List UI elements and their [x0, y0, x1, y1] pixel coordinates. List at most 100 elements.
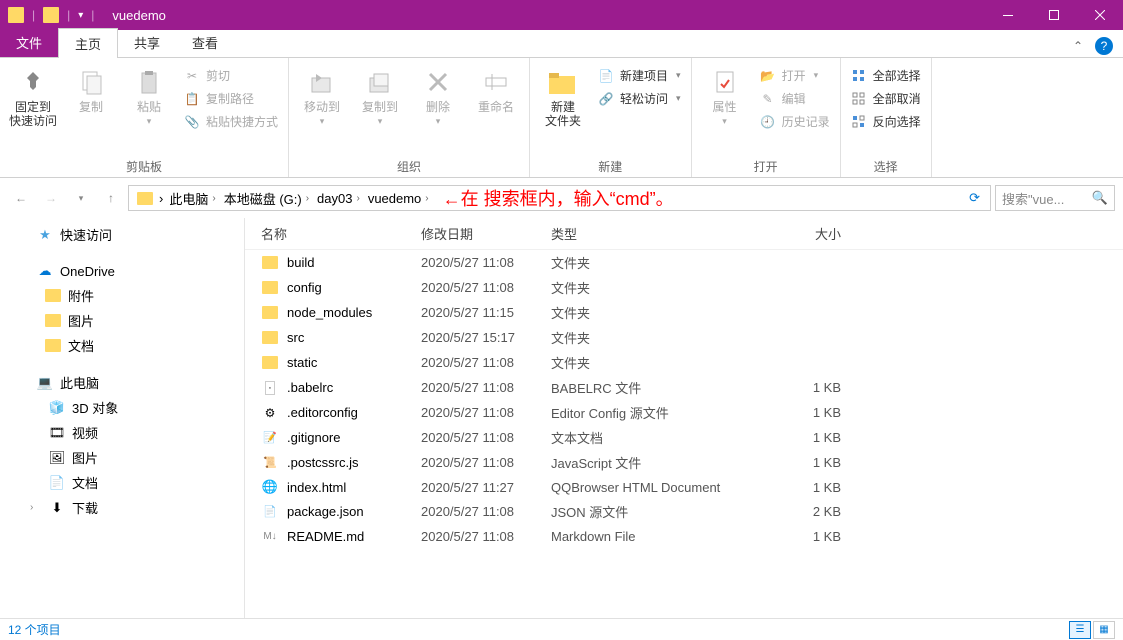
qat-dropdown-icon[interactable]: ▾: [78, 10, 83, 21]
recent-button[interactable]: ▾: [68, 185, 94, 211]
search-input[interactable]: 搜索"vue... 🔍: [995, 185, 1115, 211]
group-label: 新建: [536, 156, 685, 177]
breadcrumb-item[interactable]: 此电脑›: [165, 189, 219, 208]
breadcrumb-item[interactable]: vuedemo›: [364, 191, 433, 206]
forward-button[interactable]: →: [38, 185, 64, 211]
rename-icon: [480, 66, 512, 98]
properties-icon: [709, 66, 741, 98]
pasteshortcut-button[interactable]: 📎粘贴快捷方式: [180, 112, 282, 131]
properties-button[interactable]: 属性▾: [698, 62, 752, 127]
pin-button[interactable]: 固定到 快速访问: [6, 62, 60, 129]
file-row[interactable]: src2020/5/27 15:17文件夹: [245, 325, 1123, 350]
tree-item[interactable]: ›⬇下载: [0, 495, 244, 520]
col-name[interactable]: 名称: [261, 224, 421, 243]
col-size[interactable]: 大小: [781, 224, 841, 243]
tree-item[interactable]: 🖼图片: [0, 445, 244, 470]
invert-button[interactable]: 反向选择: [847, 112, 925, 131]
folder-icon: [261, 279, 279, 297]
item-count: 12 个项目: [8, 621, 61, 638]
folder-icon: [547, 66, 579, 98]
open-icon: 📂: [760, 68, 776, 84]
delete-button[interactable]: 删除▾: [411, 62, 465, 127]
maximize-button[interactable]: [1031, 0, 1077, 30]
file-row[interactable]: ·.babelrc2020/5/27 11:08BABELRC 文件1 KB: [245, 375, 1123, 400]
open-button[interactable]: 📂打开▾: [756, 66, 834, 85]
tree-quick-access[interactable]: ★快速访问: [0, 222, 244, 247]
newfolder-button[interactable]: 新建 文件夹: [536, 62, 590, 129]
minimize-button[interactable]: [985, 0, 1031, 30]
tree-item[interactable]: 文档: [0, 333, 244, 358]
qat-divider: |: [67, 8, 70, 22]
details-view-button[interactable]: ☰: [1069, 621, 1091, 639]
folder-icon: [8, 7, 24, 23]
tab-share[interactable]: 共享: [118, 28, 176, 57]
chevron-down-icon: ▾: [147, 116, 152, 127]
pc-icon: 💻: [36, 374, 54, 392]
help-icon[interactable]: ?: [1095, 37, 1113, 55]
star-icon: ★: [36, 226, 54, 244]
edit-button[interactable]: ✎编辑: [756, 89, 834, 108]
easyaccess-button[interactable]: 🔗轻松访问▾: [594, 89, 685, 108]
tab-view[interactable]: 查看: [176, 28, 234, 57]
copyto-button[interactable]: 复制到▾: [353, 62, 407, 127]
file-row[interactable]: static2020/5/27 11:08文件夹: [245, 350, 1123, 375]
cut-button[interactable]: ✂剪切: [180, 66, 282, 85]
breadcrumb-item[interactable]: 本地磁盘 (G:)›: [220, 189, 313, 208]
moveto-button[interactable]: 移动到▾: [295, 62, 349, 127]
ribbon-collapse-icon[interactable]: ⌃: [1065, 35, 1091, 57]
file-row[interactable]: config2020/5/27 11:08文件夹: [245, 275, 1123, 300]
rename-button[interactable]: 重命名: [469, 62, 523, 114]
file-row[interactable]: 📜.postcssrc.js2020/5/27 11:08JavaScript …: [245, 450, 1123, 475]
refresh-button[interactable]: ⟳: [963, 190, 986, 206]
breadcrumb-item[interactable]: day03›: [313, 191, 364, 206]
selectnone-button[interactable]: 全部取消: [847, 89, 925, 108]
selectall-button[interactable]: 全部选择: [847, 66, 925, 85]
group-open: 属性▾ 📂打开▾ ✎编辑 🕘历史记录 打开: [692, 58, 841, 177]
moveto-icon: [306, 66, 338, 98]
search-icon: 🔍: [1092, 190, 1108, 206]
navigation-pane[interactable]: ★快速访问 ☁OneDrive 附件图片文档 💻此电脑 🧊3D 对象🎞视频🖼图片…: [0, 218, 245, 618]
file-row[interactable]: node_modules2020/5/27 11:15文件夹: [245, 300, 1123, 325]
newitem-button[interactable]: 📄新建项目▾: [594, 66, 685, 85]
tree-onedrive[interactable]: ☁OneDrive: [0, 259, 244, 283]
col-type[interactable]: 类型: [551, 224, 781, 243]
paste-icon: [133, 66, 165, 98]
file-row[interactable]: M↓README.md2020/5/27 11:08Markdown File1…: [245, 524, 1123, 548]
col-date[interactable]: 修改日期: [421, 224, 551, 243]
txt-icon: 📝: [261, 429, 279, 447]
chevron-right-icon[interactable]: ›: [159, 191, 163, 206]
tree-item[interactable]: 图片: [0, 308, 244, 333]
file-row[interactable]: ⚙.editorconfig2020/5/27 11:08Editor Conf…: [245, 400, 1123, 425]
group-select: 全部选择 全部取消 反向选择 选择: [841, 58, 932, 177]
group-organize: 移动到▾ 复制到▾ 删除▾ 重命名 组织: [289, 58, 530, 177]
copypath-button[interactable]: 📋复制路径: [180, 89, 282, 108]
file-row[interactable]: 🌐index.html2020/5/27 11:27QQBrowser HTML…: [245, 475, 1123, 499]
history-button[interactable]: 🕘历史记录: [756, 112, 834, 131]
file-row[interactable]: 📝.gitignore2020/5/27 11:08文本文档1 KB: [245, 425, 1123, 450]
close-button[interactable]: [1077, 0, 1123, 30]
address-bar[interactable]: › 此电脑›本地磁盘 (G:)›day03›vuedemo› ←在 搜索框内，输…: [128, 185, 991, 211]
folder-icon: [261, 354, 279, 372]
file-row[interactable]: build2020/5/27 11:08文件夹: [245, 250, 1123, 275]
icons-view-button[interactable]: ▦: [1093, 621, 1115, 639]
annotation-text: ←在 搜索框内，输入“cmd”。: [443, 185, 674, 211]
paste-button[interactable]: 粘贴 ▾: [122, 62, 176, 127]
group-label: 组织: [295, 156, 523, 177]
navigation-bar: ← → ▾ ↑ › 此电脑›本地磁盘 (G:)›day03›vuedemo› ←…: [0, 178, 1123, 218]
tree-thispc[interactable]: 💻此电脑: [0, 370, 244, 395]
invert-icon: [851, 114, 867, 130]
shortcut-icon: 📎: [184, 114, 200, 130]
easyaccess-icon: 🔗: [598, 91, 614, 107]
file-list[interactable]: 名称 修改日期 类型 大小 build2020/5/27 11:08文件夹con…: [245, 218, 1123, 618]
tree-item[interactable]: 📄文档: [0, 470, 244, 495]
tab-home[interactable]: 主页: [58, 28, 118, 58]
tab-file[interactable]: 文件: [0, 28, 58, 57]
file-row[interactable]: 📄package.json2020/5/27 11:08JSON 源文件2 KB: [245, 499, 1123, 524]
tree-item[interactable]: 附件: [0, 283, 244, 308]
up-button[interactable]: ↑: [98, 185, 124, 211]
tree-item[interactable]: 🧊3D 对象: [0, 395, 244, 420]
back-button[interactable]: ←: [8, 185, 34, 211]
tree-item[interactable]: 🎞视频: [0, 420, 244, 445]
copy-button[interactable]: 复制: [64, 62, 118, 114]
folder-icon: [261, 254, 279, 272]
